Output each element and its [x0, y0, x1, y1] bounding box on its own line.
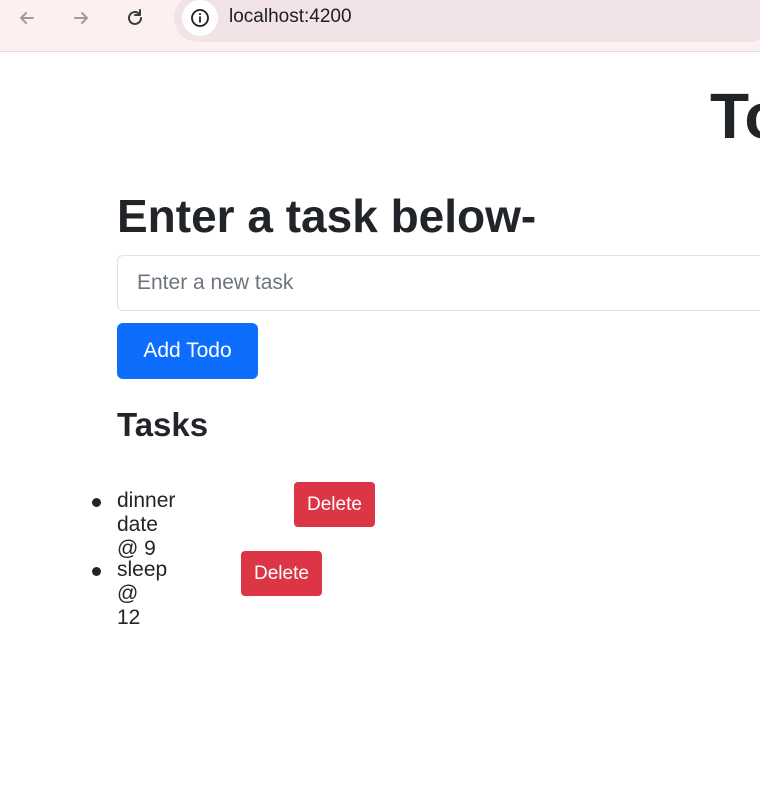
info-icon: [191, 9, 209, 27]
reload-button[interactable]: [123, 6, 147, 30]
back-arrow-icon: [20, 12, 34, 24]
back-button[interactable]: [15, 6, 39, 30]
add-todo-button[interactable]: Add Todo: [117, 323, 258, 379]
forward-arrow-icon: [74, 12, 88, 24]
url-text[interactable]: localhost:4200: [229, 6, 352, 28]
forward-button[interactable]: [69, 6, 93, 30]
delete-button[interactable]: Delete: [241, 551, 322, 596]
task-input[interactable]: [117, 255, 760, 311]
page-title: To: [710, 80, 760, 152]
bullet-icon: [92, 498, 101, 507]
browser-toolbar: localhost:4200: [0, 0, 760, 52]
tasks-heading: Tasks: [117, 406, 209, 443]
delete-button[interactable]: Delete: [294, 482, 375, 527]
task-text: dinner date @ 9: [117, 489, 176, 560]
section-title: Enter a task below-: [117, 190, 537, 242]
task-text: sleep @ 12: [117, 558, 168, 629]
site-info-button[interactable]: [182, 0, 218, 36]
bullet-icon: [92, 567, 101, 576]
reload-icon: [128, 9, 142, 25]
